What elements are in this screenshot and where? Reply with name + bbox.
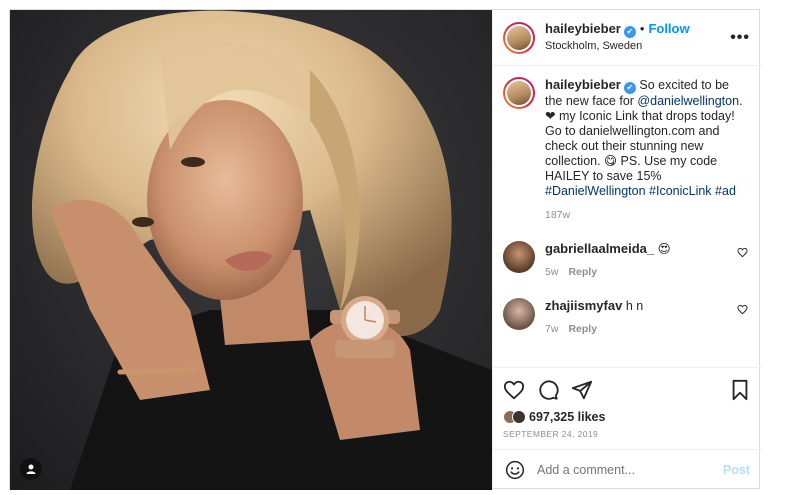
commenter-avatar[interactable] [503,241,535,273]
reply-button[interactable]: Reply [568,266,597,278]
hashtag-link[interactable]: #DanielWellington [545,184,646,198]
share-icon [571,380,593,400]
user-tag-button[interactable] [20,458,42,480]
photo-illustration [31,10,492,490]
comment-body: gabriellaalmeida_ 😍 5w Reply [545,241,735,280]
comment-text: h n [625,299,644,313]
emoji-icon[interactable] [505,460,525,480]
comment-icon [539,380,559,400]
post-header: haileybieber ✔ • Follow Stockholm, Sweden •… [493,10,762,66]
follow-button[interactable]: Follow [648,21,689,36]
likes-count[interactable]: 697,325 likes [529,410,605,424]
comment-text: 😍 [657,242,671,256]
comment-age: 5w [545,266,559,278]
commenter-avatar[interactable] [503,298,535,330]
comment-item: gabriellaalmeida_ 😍 5w Reply [503,241,750,280]
commenter-username[interactable]: gabriellaalmeida_ [545,241,654,256]
author-avatar[interactable] [503,21,535,54]
save-bookmark-icon [732,379,748,401]
hashtag-link[interactable]: #ad [715,184,736,198]
author-username[interactable]: haileybieber [545,21,621,36]
verified-badge-icon: ✔ [623,82,636,94]
post-date: SEPTEMBER 24, 2019 [503,429,599,439]
liker-avatar [512,410,526,424]
hashtag-link[interactable]: #IconicLink [649,184,712,198]
author-info: haileybieber ✔ • Follow Stockholm, Sweden [545,20,730,55]
comment-body: zhajiismyfav h n 7w Reply [545,298,735,337]
post-actions: 697,325 likes SEPTEMBER 24, 2019 [493,367,762,447]
add-comment-bar: Post [493,449,762,490]
comment-meta: 5w Reply [545,265,735,280]
like-button[interactable] [503,379,525,401]
caption-body: haileybieber ✔ So excited to be the new f… [545,77,745,223]
comments-section: haileybieber ✔ So excited to be the new f… [493,67,762,367]
caption-mention-link[interactable]: @danielwellington [637,94,739,108]
comment-age: 7w [545,323,559,335]
caption-username[interactable]: haileybieber [545,77,621,92]
caption-age: 187w [545,209,571,221]
instagram-post: haileybieber ✔ • Follow Stockholm, Sweden •… [9,9,762,490]
like-comment-heart-icon[interactable] [737,304,748,315]
more-options-icon[interactable]: ••• [730,29,750,47]
action-icons [503,376,750,404]
comment-meta: 7w Reply [545,322,735,337]
caption: haileybieber ✔ So excited to be the new f… [503,77,750,223]
caption-avatar[interactable] [503,77,535,109]
share-button[interactable] [571,379,593,401]
add-comment-input[interactable] [537,463,723,477]
reply-button[interactable]: Reply [568,323,597,335]
likes-row: 697,325 likes [503,410,750,424]
comment-button[interactable] [537,379,559,401]
like-comment-heart-icon[interactable] [737,247,748,258]
user-tag-icon [26,464,36,474]
commenter-username[interactable]: zhajiismyfav [545,298,622,313]
save-button[interactable] [730,379,750,401]
post-sidebar: haileybieber ✔ • Follow Stockholm, Sweden •… [492,10,762,490]
post-comment-button[interactable]: Post [723,463,750,477]
post-location[interactable]: Stockholm, Sweden [545,38,730,55]
post-photo[interactable] [10,10,492,490]
separator-dot: • [639,21,645,36]
comment-item: zhajiismyfav h n 7w Reply [503,298,750,337]
verified-badge-icon: ✔ [623,26,636,38]
heart-icon [503,380,525,400]
